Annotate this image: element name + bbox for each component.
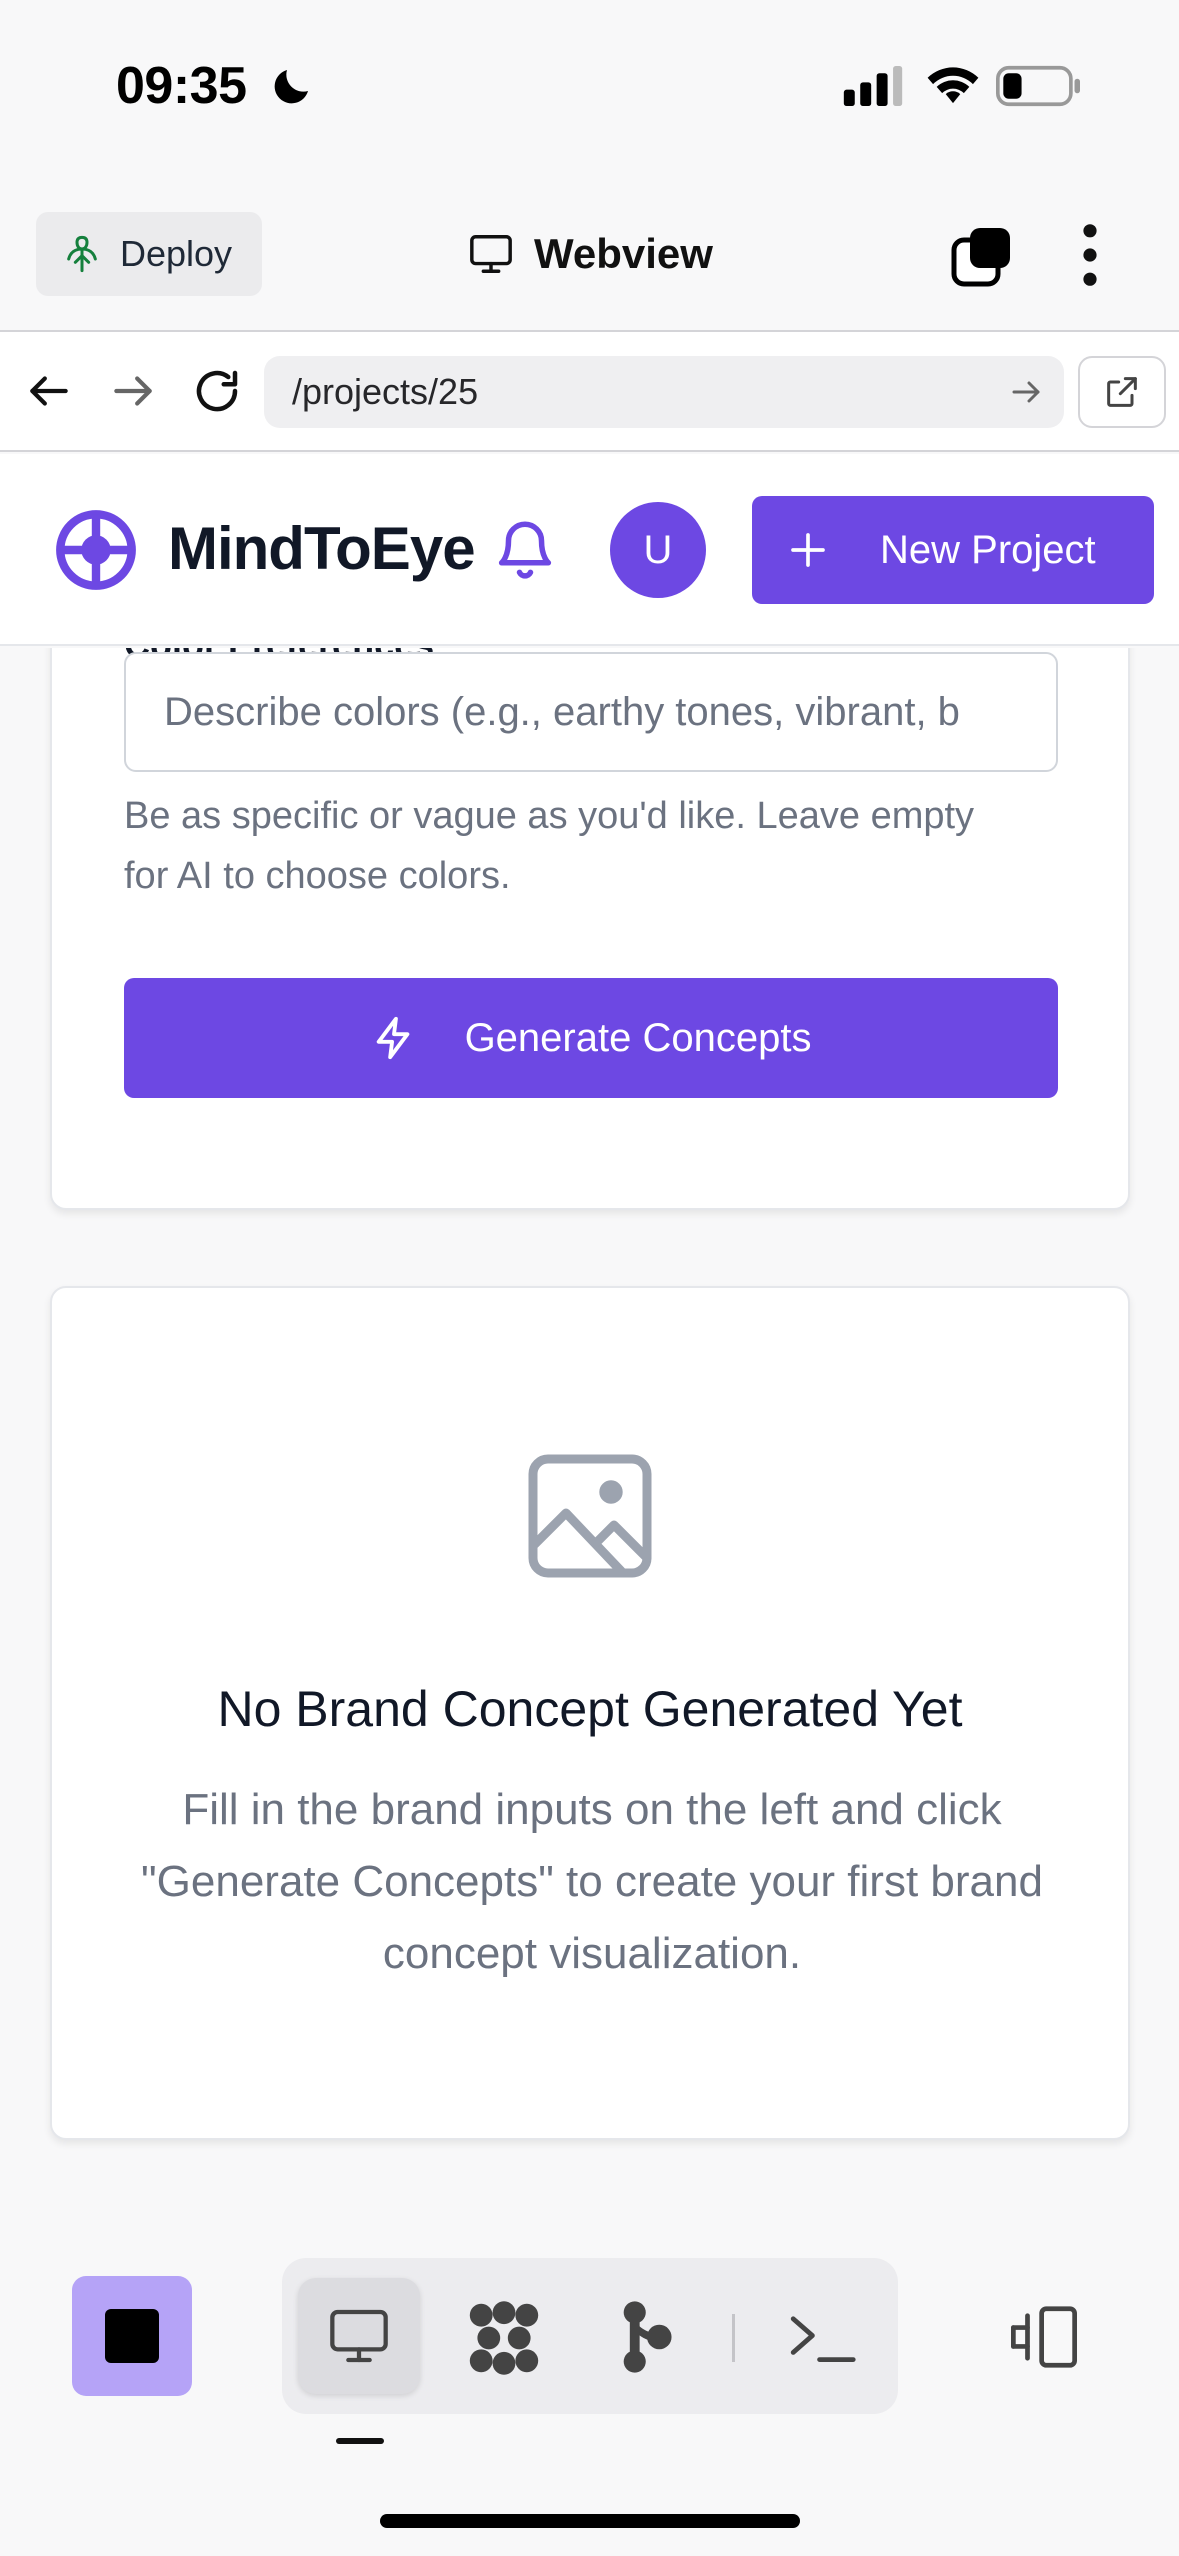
more-icon[interactable]	[1070, 222, 1110, 288]
tabs-icon[interactable]	[950, 224, 1014, 288]
external-link-icon	[1107, 377, 1137, 407]
bell-icon[interactable]	[492, 514, 558, 584]
wifi-icon	[927, 67, 979, 104]
lightning-icon	[376, 1016, 409, 1060]
deploy-button[interactable]: Deploy	[36, 212, 262, 296]
arrow-right-icon[interactable]	[1008, 374, 1044, 410]
reload-icon[interactable]	[190, 362, 244, 420]
webview-title-text: Webview	[534, 230, 713, 277]
empty-state-description: Fill in the brand inputs on the left and…	[141, 1785, 1043, 1978]
logo-icon[interactable]	[54, 508, 138, 592]
empty-state-title: No Brand Concept Generated Yet	[217, 1681, 963, 1737]
active-tab-indicator	[336, 2438, 384, 2444]
open-external-button[interactable]	[1078, 356, 1166, 428]
new-project-label: New Project	[880, 527, 1096, 572]
deploy-icon	[67, 235, 97, 273]
agents-icon[interactable]	[466, 2300, 542, 2376]
brand-inputs-card: Color Preferences Be as specific or vagu…	[50, 648, 1130, 1210]
new-project-button[interactable]: New Project	[752, 496, 1154, 604]
monitor-icon	[470, 235, 512, 273]
toolbar-divider	[732, 2314, 735, 2362]
moon-icon	[274, 70, 308, 104]
color-preferences-input[interactable]	[124, 652, 1058, 772]
brand-name[interactable]: MindToEye	[168, 514, 476, 583]
signal-icon	[843, 65, 903, 107]
plus-icon	[791, 533, 825, 567]
monitor-icon	[330, 2309, 388, 2363]
forward-icon[interactable]	[108, 362, 158, 420]
back-icon[interactable]	[24, 362, 74, 420]
avatar[interactable]: U	[610, 502, 706, 598]
main-content: Color Preferences Be as specific or vagu…	[0, 648, 1179, 2218]
color-help-text: Be as specific or vague as you'd like. L…	[124, 795, 975, 897]
stop-icon	[105, 2309, 159, 2363]
empty-state-card: No Brand Concept Generated Yet Fill in t…	[50, 1286, 1130, 2140]
tool-webview-button[interactable]	[298, 2278, 420, 2394]
home-indicator[interactable]	[380, 2514, 800, 2528]
generate-concepts-button[interactable]: Generate Concepts	[124, 978, 1058, 1098]
webview-title: Webview	[468, 222, 713, 286]
image-icon	[528, 1454, 652, 1578]
panel-toggle-icon[interactable]	[1008, 2304, 1080, 2370]
shell-icon[interactable]	[786, 2308, 858, 2368]
stop-button[interactable]	[72, 2276, 192, 2396]
deploy-label: Deploy	[120, 233, 233, 274]
url-field[interactable]: /projects/25	[264, 356, 1064, 428]
status-time: 09:35	[116, 57, 247, 115]
generate-concepts-label: Generate Concepts	[464, 1015, 812, 1060]
git-icon[interactable]	[620, 2300, 674, 2374]
battery-icon	[996, 65, 1080, 107]
